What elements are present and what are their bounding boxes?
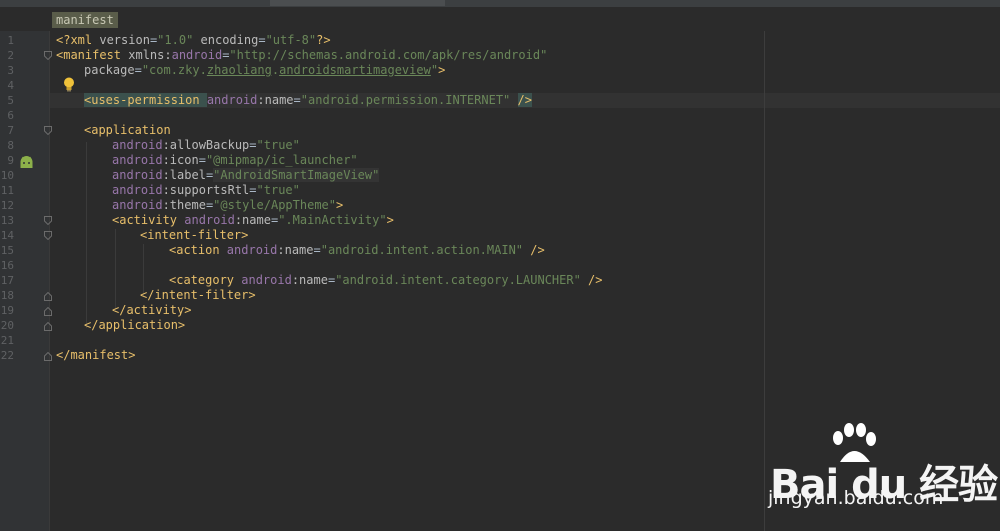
line-number: 4 — [7, 79, 14, 92]
line-number: 15 — [0, 244, 14, 257]
line-number: 18 — [0, 289, 14, 302]
code-line-10[interactable]: android:label="AndroidSmartImageView" — [112, 168, 380, 183]
line-number: 9 — [7, 154, 14, 167]
code-line-15[interactable]: <action android:name="android.intent.act… — [169, 243, 545, 258]
code-line-11[interactable]: android:supportsRtl="true" — [112, 183, 300, 198]
line-number: 14 — [0, 229, 14, 242]
fold-marker-icon[interactable] — [44, 51, 52, 60]
indent-guide — [115, 229, 116, 312]
fold-marker-icon[interactable] — [44, 352, 52, 361]
code-line-2[interactable]: <manifest xmlns:android="http://schemas.… — [56, 48, 547, 63]
code-line-3[interactable]: package="com.zky.zhaoliang.androidsmarti… — [84, 63, 445, 78]
fold-marker-icon[interactable] — [44, 307, 52, 316]
code-line-22[interactable]: </manifest> — [56, 348, 135, 363]
line-number: 17 — [0, 274, 14, 287]
line-number: 8 — [7, 139, 14, 152]
intention-bulb-icon[interactable] — [63, 77, 75, 95]
code-line-7[interactable]: <application — [84, 123, 171, 138]
line-number: 13 — [0, 214, 14, 227]
line-number: 11 — [0, 184, 14, 197]
line-number: 5 — [7, 94, 14, 107]
line-number: 1 — [7, 34, 14, 47]
code-line-9[interactable]: android:icon="@mipmap/ic_launcher" — [112, 153, 358, 168]
code-line-1[interactable]: <?xml version="1.0" encoding="utf-8"?> — [56, 33, 331, 48]
line-number: 12 — [0, 199, 14, 212]
code-line-19[interactable]: </activity> — [112, 303, 191, 318]
tab-strip — [0, 0, 1000, 7]
code-line-8[interactable]: android:allowBackup="true" — [112, 138, 300, 153]
fold-marker-icon[interactable] — [44, 322, 52, 331]
fold-marker-icon[interactable] — [44, 126, 52, 135]
breadcrumb: manifest — [0, 7, 1000, 31]
code-line-12[interactable]: android:theme="@style/AppTheme"> — [112, 198, 343, 213]
line-number: 16 — [0, 259, 14, 272]
code-line-13[interactable]: <activity android:name=".MainActivity"> — [112, 213, 394, 228]
code-line-20[interactable]: </application> — [84, 318, 185, 333]
baidu-jingyan-watermark: Bai du 经验 jingyan.baidu.com — [760, 420, 1000, 531]
code-line-14[interactable]: <intent-filter> — [140, 228, 248, 243]
line-number: 21 — [0, 334, 14, 347]
line-number: 2 — [7, 49, 14, 62]
line-number: 20 — [0, 319, 14, 332]
line-number: 10 — [0, 169, 14, 182]
watermark-url: jingyan.baidu.com — [768, 487, 944, 509]
code-line-18[interactable]: </intent-filter> — [140, 288, 256, 303]
fold-marker-icon[interactable] — [44, 292, 52, 301]
line-number: 7 — [7, 124, 14, 137]
code-line-17[interactable]: <category android:name="android.intent.c… — [169, 273, 603, 288]
breadcrumb-manifest[interactable]: manifest — [52, 12, 118, 28]
line-number: 22 — [0, 349, 14, 362]
fold-marker-icon[interactable] — [44, 216, 52, 225]
line-number: 3 — [7, 64, 14, 77]
fold-marker-icon[interactable] — [44, 231, 52, 240]
active-tab-marker — [270, 0, 445, 6]
indent-guide — [86, 142, 87, 328]
line-number: 6 — [7, 109, 14, 122]
code-line-5[interactable]: <uses-permission android:name="android.p… — [84, 93, 532, 108]
line-number: 19 — [0, 304, 14, 317]
android-robot-icon[interactable] — [19, 155, 34, 172]
